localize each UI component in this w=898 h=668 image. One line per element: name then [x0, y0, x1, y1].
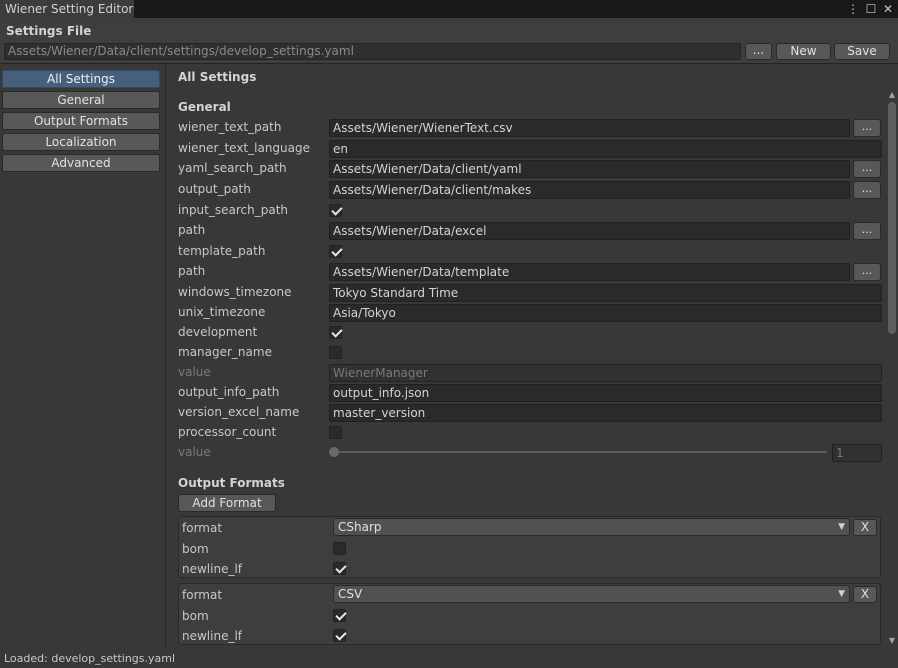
newline-lf-checkbox[interactable]	[333, 562, 346, 575]
development-label: development	[178, 325, 258, 339]
yaml-search-path-browse-button[interactable]: ...	[853, 160, 881, 178]
wiener-text-language-field[interactable]: en	[329, 140, 882, 158]
input-search-path-checkbox[interactable]	[329, 204, 342, 217]
newline-lf-checkbox[interactable]	[333, 629, 346, 642]
scroll-up-icon[interactable]: ▲	[886, 90, 898, 100]
processor-slider-track	[333, 451, 827, 453]
window-tab[interactable]: Wiener Setting Editor	[0, 0, 134, 18]
development-checkbox[interactable]	[329, 326, 342, 339]
format-dropdown-value: CSharp	[338, 520, 382, 534]
input-path-field[interactable]: Assets/Wiener/Data/excel	[329, 222, 850, 240]
windows-timezone-label: windows_timezone	[178, 285, 292, 299]
windows-timezone-field[interactable]: Tokyo Standard Time	[329, 284, 882, 302]
scroll-down-icon[interactable]: ▼	[886, 636, 898, 646]
unix-timezone-field[interactable]: Asia/Tokyo	[329, 304, 882, 322]
general-section-heading: General	[178, 100, 231, 114]
wiener-text-language-label: wiener_text_language	[178, 141, 311, 155]
bom-checkbox[interactable]	[333, 609, 346, 622]
chevron-down-icon: ▼	[838, 522, 845, 532]
processor-count-checkbox[interactable]	[329, 426, 342, 439]
status-bar: Loaded: develop_settings.yaml	[0, 650, 898, 668]
settings-file-label: Settings File	[6, 24, 92, 38]
close-icon[interactable]: ✕	[881, 0, 895, 18]
processor-slider-thumb	[329, 447, 339, 457]
output-info-path-label: output_info_path	[178, 385, 280, 399]
sidebar-item-advanced[interactable]: Advanced	[2, 154, 160, 172]
format-item: format CSV ▼ X bom newline_lf	[178, 583, 881, 645]
manager-value-label: value	[178, 365, 211, 379]
format-label: format	[182, 588, 223, 602]
settings-file-panel: Settings File Assets/Wiener/Data/client/…	[0, 18, 898, 64]
save-button[interactable]: Save	[834, 43, 890, 60]
template-path-value-label: path	[178, 264, 206, 278]
window-titlebar: Wiener Setting Editor ⋮ ☐ ✕	[0, 0, 898, 18]
remove-format-button[interactable]: X	[853, 586, 877, 603]
add-format-button[interactable]: Add Format	[178, 494, 276, 512]
format-dropdown-value: CSV	[338, 587, 363, 601]
output-path-label: output_path	[178, 182, 251, 196]
processor-count-label: processor_count	[178, 425, 277, 439]
wiener-text-path-browse-button[interactable]: ...	[853, 119, 881, 137]
manager-name-label: manager_name	[178, 345, 272, 359]
browse-settings-button[interactable]: ...	[745, 43, 772, 60]
sidebar-item-general[interactable]: General	[2, 91, 160, 109]
wiener-text-path-label: wiener_text_path	[178, 120, 282, 134]
unix-timezone-label: unix_timezone	[178, 305, 266, 319]
processor-value-label: value	[178, 445, 211, 459]
sidebar: All Settings General Output Formats Loca…	[0, 64, 166, 650]
input-path-label: path	[178, 223, 206, 237]
manager-value-field: WienerManager	[329, 364, 882, 382]
bom-checkbox[interactable]	[333, 542, 346, 555]
processor-value-field: 1	[832, 444, 882, 462]
output-formats-heading: Output Formats	[178, 476, 285, 490]
input-search-path-label: input_search_path	[178, 203, 289, 217]
maximize-icon[interactable]: ☐	[864, 0, 878, 18]
sidebar-item-output-formats[interactable]: Output Formats	[2, 112, 160, 130]
newline-lf-label: newline_lf	[182, 562, 243, 576]
template-path-checkbox[interactable]	[329, 245, 342, 258]
format-dropdown[interactable]: CSharp ▼	[333, 518, 850, 536]
yaml-search-path-label: yaml_search_path	[178, 161, 287, 175]
remove-format-button[interactable]: X	[853, 519, 877, 536]
format-dropdown[interactable]: CSV ▼	[333, 585, 850, 603]
version-excel-name-label: version_excel_name	[178, 405, 300, 419]
output-info-path-field[interactable]: output_info.json	[329, 384, 882, 402]
sidebar-item-localization[interactable]: Localization	[2, 133, 160, 151]
settings-file-path-field[interactable]: Assets/Wiener/Data/client/settings/devel…	[4, 43, 741, 60]
vertical-scrollbar[interactable]: ▲ ▼	[886, 90, 898, 648]
chevron-down-icon: ▼	[838, 589, 845, 599]
scrollbar-thumb[interactable]	[888, 102, 896, 334]
template-path-label: template_path	[178, 244, 266, 258]
bom-label: bom	[182, 542, 209, 556]
template-path-field[interactable]: Assets/Wiener/Data/template	[329, 263, 850, 281]
yaml-search-path-field[interactable]: Assets/Wiener/Data/client/yaml	[329, 160, 850, 178]
sidebar-item-all-settings[interactable]: All Settings	[2, 70, 160, 88]
template-path-browse-button[interactable]: ...	[853, 263, 881, 281]
output-path-browse-button[interactable]: ...	[853, 181, 881, 199]
version-excel-name-field[interactable]: master_version	[329, 404, 882, 422]
more-options-icon[interactable]: ⋮	[846, 0, 860, 18]
format-item: format CSharp ▼ X bom newline_lf	[178, 516, 881, 578]
manager-name-checkbox[interactable]	[329, 346, 342, 359]
bom-label: bom	[182, 609, 209, 623]
wiener-text-path-field[interactable]: Assets/Wiener/WienerText.csv	[329, 119, 850, 137]
page-title: All Settings	[178, 70, 257, 84]
input-path-browse-button[interactable]: ...	[853, 222, 881, 240]
newline-lf-label: newline_lf	[182, 629, 243, 643]
new-button[interactable]: New	[776, 43, 831, 60]
settings-content: All Settings General wiener_text_path As…	[167, 64, 898, 650]
output-path-field[interactable]: Assets/Wiener/Data/client/makes	[329, 181, 850, 199]
format-label: format	[182, 521, 223, 535]
